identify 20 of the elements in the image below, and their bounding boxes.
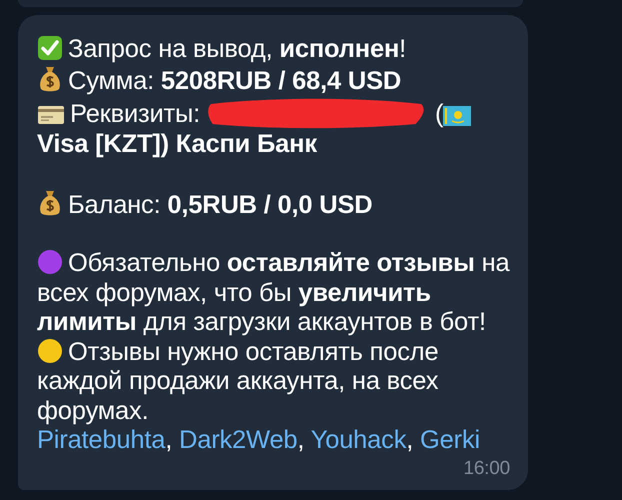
message-text: Запрос на вывод, исполнен! xyxy=(68,35,406,63)
comma-text: , xyxy=(406,426,414,454)
credit-card-icon xyxy=(37,104,65,126)
comma-text: , xyxy=(165,426,172,454)
message-text: Обязательно оставляйте отзывы на всех форумах, что бы увеличить лимиты для загрузки аккаунтов в бот! xyxy=(37,249,510,336)
message-time: 16:00 xyxy=(463,458,510,478)
forum-link[interactable]: Youhack xyxy=(310,426,406,454)
requisites-label: Реквизиты: xyxy=(70,100,200,128)
forum-link[interactable]: Gerki xyxy=(420,426,480,454)
bank-text: Visa [KZT]) Каспи Банк xyxy=(37,130,317,158)
comma-text: , xyxy=(297,426,304,454)
money-bag-icon xyxy=(37,188,63,216)
money-bag-icon xyxy=(37,64,63,92)
flag-icon xyxy=(443,106,472,126)
forum-link[interactable]: Dark2Web xyxy=(179,426,298,454)
message-text: Сумма: 5208RUB / 68,4 USD xyxy=(68,66,402,94)
check-icon xyxy=(37,35,63,61)
forum-link[interactable]: Piratebuhta xyxy=(37,426,166,454)
message-text: Отзывы нужно оставлять после каждой продажи аккаунта, на всех форумах. xyxy=(37,338,438,424)
message-text: Баланс: 0,5RUB / 0,0 USD xyxy=(68,190,373,218)
